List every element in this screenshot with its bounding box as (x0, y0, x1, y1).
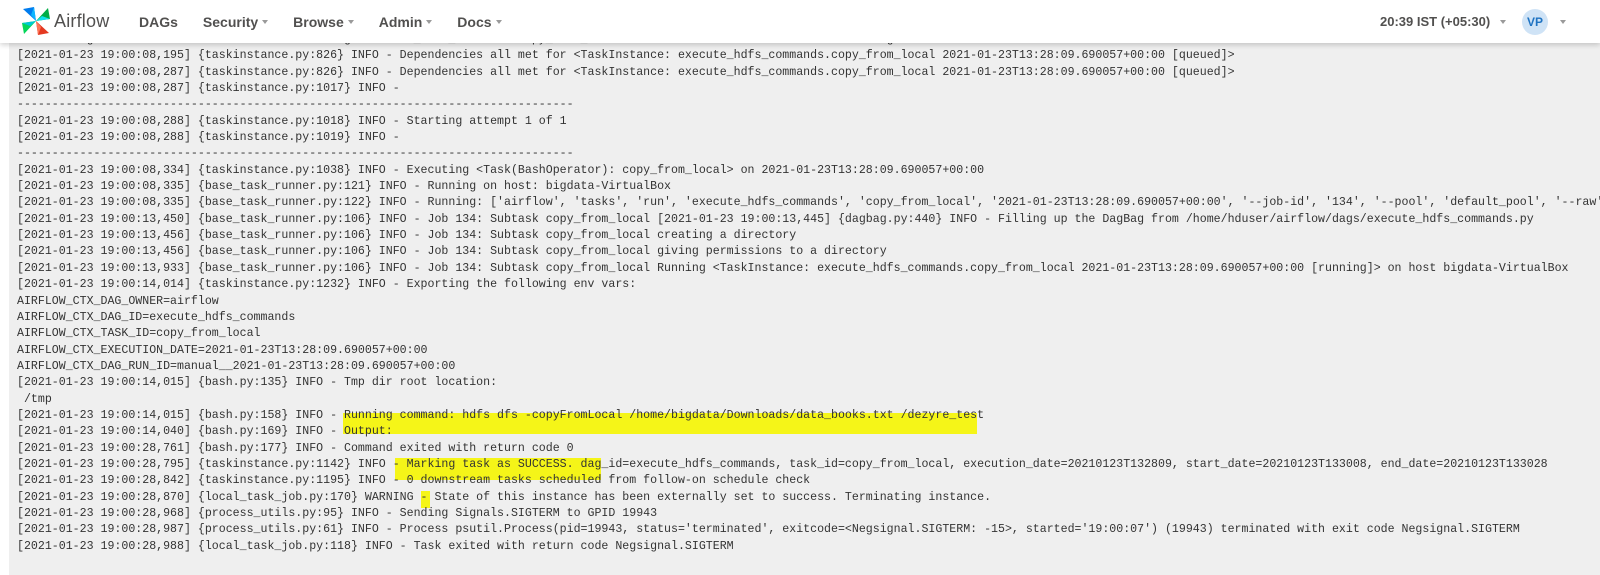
top-navbar: Airflow DAGs Security Browse Admin Docs … (0, 0, 1600, 43)
user-initials: VP (1526, 15, 1543, 29)
brand-name: Airflow (54, 10, 110, 31)
log-line: [2021-01-23 19:00:08,335] {base_task_run… (17, 196, 1600, 210)
log-line: [2021-01-23 19:00:08,287] {taskinstance.… (17, 65, 1235, 79)
log-line: AIRFLOW_CTX_DAG_RUN_ID=manual__2021-01-2… (17, 359, 456, 373)
log-line: [2021-01-23 19:00:13,456] {base_task_run… (17, 229, 797, 243)
log-line: [2021-01-23 19:00:14,015] {bash.py:135} … (17, 376, 498, 390)
log-line: [2021-01-23 19:00:14,014] {taskinstance.… (17, 278, 637, 292)
timezone-dropdown[interactable]: 20:39 IST (+05:30) (1380, 0, 1507, 43)
log-line: /tmp (17, 392, 52, 406)
log-line: [2021-01-23 19:00:28,968] {process_utils… (17, 506, 658, 520)
log-line: [2021-01-23 19:00:08,334] {taskinstance.… (17, 163, 985, 177)
nav-dags[interactable]: DAGs (139, 14, 178, 30)
log-lines: *** Reading local file: /home/hduser/air… (17, 40, 1600, 555)
log-line: [2021-01-23 19:00:08,195] {taskinstance.… (17, 49, 1235, 63)
log-line: [2021-01-23 19:00:28,870] {local_task_jo… (17, 490, 992, 504)
log-line: ----------------------------------------… (17, 147, 574, 161)
log-line: [2021-01-23 19:00:08,288] {taskinstance.… (17, 131, 407, 145)
log-line: [2021-01-23 19:00:14,015] {bash.py:158} … (17, 408, 985, 422)
log-line: [2021-01-23 19:00:28,842] {taskinstance.… (17, 474, 811, 488)
current-time: 20:39 IST (+05:30) (1380, 14, 1491, 29)
nav-admin-dropdown[interactable]: Admin (379, 14, 433, 30)
user-avatar[interactable]: VP (1522, 9, 1548, 35)
chevron-down-icon (1500, 19, 1507, 24)
log-line: [2021-01-23 19:00:28,795] {taskinstance.… (17, 457, 1548, 471)
log-line: [2021-01-23 19:00:28,988] {local_task_jo… (17, 539, 734, 553)
log-line: [2021-01-23 19:00:13,933] {base_task_run… (17, 261, 1569, 275)
log-line: AIRFLOW_CTX_DAG_OWNER=airflow (17, 294, 219, 308)
nav-browse-dropdown[interactable]: Browse (293, 14, 354, 30)
airflow-logo-icon (22, 7, 50, 35)
chevron-down-icon (1560, 20, 1566, 24)
log-viewer[interactable]: *** Reading local file: /home/hduser/air… (9, 40, 1600, 575)
chevron-down-icon (495, 19, 502, 24)
log-line: [2021-01-23 19:00:14,040] {bash.py:169} … (17, 425, 393, 439)
main-nav: DAGs Security Browse Admin Docs (139, 0, 502, 43)
chevron-down-icon (426, 19, 433, 24)
log-line: [2021-01-23 19:00:13,450] {base_task_run… (17, 212, 1534, 226)
nav-dags-label: DAGs (139, 13, 178, 30)
log-line: [2021-01-23 19:00:28,987] {process_utils… (17, 523, 1520, 537)
log-line: [2021-01-23 19:00:08,335] {base_task_run… (17, 180, 671, 194)
nav-docs-label: Docs (457, 13, 492, 30)
log-line: [2021-01-23 19:00:08,288] {taskinstance.… (17, 114, 567, 128)
log-line: AIRFLOW_CTX_DAG_ID=execute_hdfs_commands (17, 310, 296, 324)
chevron-down-icon (262, 19, 269, 24)
nav-browse-label: Browse (293, 13, 344, 30)
airflow-home-link[interactable]: Airflow (20, 5, 109, 37)
log-line: AIRFLOW_CTX_EXECUTION_DATE=2021-01-23T13… (17, 343, 428, 357)
chevron-down-icon (347, 19, 354, 24)
nav-docs-dropdown[interactable]: Docs (457, 13, 502, 30)
log-line: [2021-01-23 19:00:08,287] {taskinstance.… (17, 82, 407, 96)
nav-admin-label: Admin (378, 13, 423, 30)
log-line: [2021-01-23 19:00:28,761] {bash.py:177} … (17, 441, 574, 455)
log-line: [2021-01-23 19:00:13,456] {base_task_run… (17, 245, 887, 259)
nav-security-label: Security (202, 13, 259, 30)
nav-security-dropdown[interactable]: Security (202, 13, 269, 30)
log-line: AIRFLOW_CTX_TASK_ID=copy_from_local (17, 327, 261, 341)
log-line: ----------------------------------------… (17, 98, 574, 112)
